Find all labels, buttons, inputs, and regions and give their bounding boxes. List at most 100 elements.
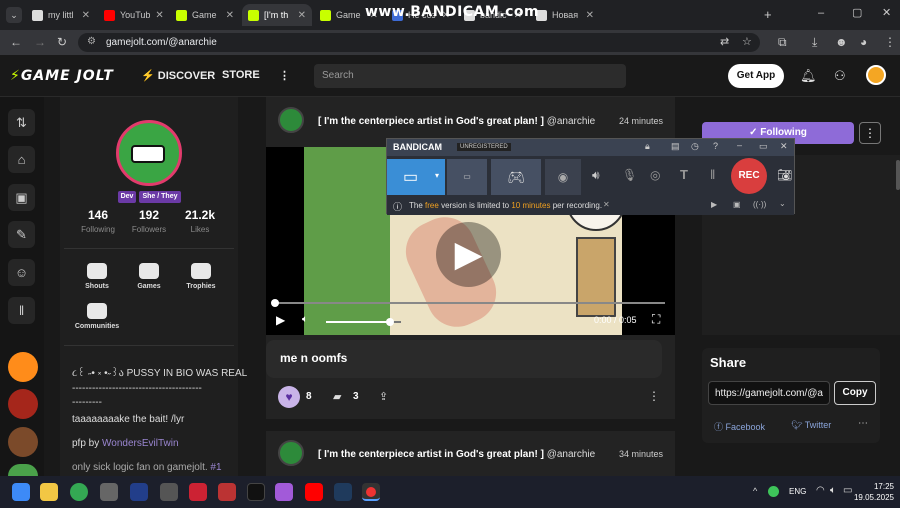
facebook-share-link[interactable]: ⓕ Facebook [714, 420, 765, 433]
bandicam-lock-icon[interactable]: 🔒︎ [645, 141, 650, 152]
volume-icon[interactable]: 🔈︎ [302, 314, 308, 325]
stream-icon[interactable]: ((·)) [753, 200, 766, 209]
play-overlay-icon[interactable]: ▶ [436, 222, 501, 287]
share-more-icon[interactable]: ⋯ [858, 418, 868, 429]
profile-avatar-icon[interactable]: ☻ [835, 35, 848, 49]
bookmark-star-icon[interactable]: ☆ [742, 35, 752, 48]
tab-close-icon[interactable]: ✕ [226, 10, 234, 21]
seekbar-handle[interactable] [271, 299, 279, 307]
comment-icon[interactable]: ▰ [333, 390, 341, 403]
volume-handle[interactable] [385, 318, 394, 326]
user-avatar[interactable] [866, 65, 886, 85]
home-icon[interactable]: ⇅ [8, 109, 35, 136]
file-explorer-icon[interactable] [40, 483, 58, 501]
downloads-icon[interactable]: ⤓ [812, 35, 817, 50]
video-seekbar[interactable] [271, 299, 665, 307]
bandicam-taskbar-icon[interactable] [362, 483, 380, 501]
browser-tab[interactable]: YouTub ✕ [98, 4, 168, 26]
wildberries-icon[interactable] [275, 483, 293, 501]
notifications-bell-icon[interactable]: 🔔︎ [800, 68, 817, 84]
post-title[interactable]: [ I'm the centerpiece artist in God's gr… [318, 116, 595, 127]
profile-more-icon[interactable]: ⋮ [859, 122, 881, 144]
bandicam-folder-icon[interactable]: ▤ [671, 141, 680, 152]
tab-search-button[interactable]: ⌄ [6, 7, 22, 23]
app-icon-2[interactable] [130, 483, 148, 501]
video-settings-icon[interactable]: ▶ [711, 200, 717, 209]
search-input[interactable]: Search [314, 64, 626, 88]
bio-hashtag-link[interactable]: #1 [210, 462, 221, 473]
expand-chevron-icon[interactable]: ⌄ [779, 199, 786, 208]
chrome-account-icon[interactable]: ◕ [860, 35, 867, 49]
get-app-button[interactable]: Get App [728, 64, 784, 88]
games-nav[interactable]: Games [124, 263, 174, 290]
tumblr-icon[interactable] [334, 483, 352, 501]
speaker-icon[interactable]: 🔊︎ [592, 168, 600, 183]
community-avatar-2[interactable] [8, 389, 38, 419]
close-window-button[interactable]: ✕ [882, 6, 891, 19]
wifi-icon[interactable]: ◠ [816, 485, 825, 496]
communities-nav[interactable]: Communities [72, 303, 122, 330]
community-avatar-3[interactable] [8, 427, 38, 457]
store-link[interactable]: STORE [222, 69, 260, 81]
tab-close-icon[interactable]: ✕ [155, 10, 163, 21]
hdmi-mode-button[interactable]: ▭ [447, 159, 487, 195]
language-indicator[interactable]: ENG [789, 487, 806, 496]
post-title[interactable]: [ I'm the centerpiece artist in God's gr… [318, 449, 595, 460]
chat-icon[interactable]: ☺ [8, 259, 35, 286]
creator-icon[interactable]: ✎ [8, 221, 35, 248]
play-icon[interactable]: ▶ [276, 313, 285, 327]
stat-following[interactable]: 146 Following [70, 208, 126, 234]
youtube-icon[interactable] [305, 483, 323, 501]
browser-tab[interactable]: Game ✕ [170, 4, 240, 26]
app-icon-4[interactable] [189, 483, 207, 501]
fullscreen-icon[interactable]: ⛶ [652, 312, 660, 327]
post-options-icon[interactable]: ⋮ [648, 389, 660, 403]
reload-icon[interactable]: ↻ [57, 35, 67, 49]
pause-icon[interactable]: ‖ [710, 167, 715, 182]
inventory-icon[interactable]: ▣ [8, 184, 35, 211]
shouts-nav[interactable]: Shouts [72, 263, 122, 290]
bandicam-minimize-icon[interactable]: – [737, 140, 742, 150]
bandicam-collapse-icon[interactable]: ▭ [759, 141, 768, 152]
store-icon[interactable]: ⌂ [8, 146, 35, 173]
app-icon-5[interactable] [218, 483, 236, 501]
chrome-taskbar-icon[interactable] [70, 483, 88, 501]
discover-link[interactable]: ⚡ DISCOVER [141, 69, 215, 82]
like-heart-icon[interactable]: ♥ [278, 386, 300, 408]
app-icon-3[interactable] [160, 483, 178, 501]
taskbar-clock[interactable]: 17:25 19.05.2025 [852, 481, 894, 503]
copy-button[interactable]: Copy [834, 381, 876, 405]
address-bar[interactable]: ⚙ gamejolt.com/@anarchie ⇄ ☆ [78, 33, 760, 52]
tray-green-icon[interactable] [768, 486, 779, 497]
stat-followers[interactable]: 192 Followers [121, 208, 177, 234]
bandicam-clock-icon[interactable]: ◷ [691, 141, 699, 152]
app-icon-1[interactable] [100, 483, 118, 501]
bandicam-help-icon[interactable]: ? [713, 141, 718, 151]
volume-slider[interactable] [326, 318, 401, 326]
library-icon[interactable]: ‖ [8, 297, 35, 324]
browser-tab[interactable]: [I'm th ✕ [242, 4, 312, 26]
microphone-icon[interactable]: 🎙︎ [622, 168, 637, 182]
mouse-click-icon[interactable]: ◎ [650, 168, 660, 182]
post-author-avatar[interactable] [278, 107, 304, 133]
image-settings-icon[interactable]: ▣ [733, 200, 741, 209]
more-menu-icon[interactable]: ⋮ [279, 69, 290, 82]
gamejolt-logo[interactable]: ⚡GAME JOLT [10, 68, 114, 84]
forward-icon[interactable]: → [34, 35, 46, 49]
screen-mode-button[interactable]: ▭ ▾ [387, 159, 445, 195]
bandicam-close-icon[interactable]: ✕ [780, 141, 788, 152]
friends-icon[interactable]: ⚇ [834, 68, 846, 84]
notice-free[interactable]: free [425, 201, 439, 210]
stat-likes[interactable]: 21.2k Likes [172, 208, 228, 234]
community-avatar-4[interactable] [8, 464, 38, 476]
tab-close-icon[interactable]: ✕ [586, 10, 594, 21]
bio-mention-link[interactable]: WondersEvilTwin [102, 438, 179, 449]
new-tab-button[interactable]: + [764, 7, 772, 22]
maximize-window-button[interactable]: ▢ [852, 6, 862, 19]
browser-tab[interactable]: Новая ✕ [530, 4, 600, 26]
minimize-window-button[interactable]: – [818, 7, 824, 19]
twitter-share-link[interactable]: 🐦︎ Twitter [791, 420, 831, 431]
record-button[interactable]: REC [731, 158, 767, 194]
webcam-icon[interactable]: ◉ [545, 159, 581, 195]
translate-icon[interactable]: ⇄ [720, 35, 729, 48]
